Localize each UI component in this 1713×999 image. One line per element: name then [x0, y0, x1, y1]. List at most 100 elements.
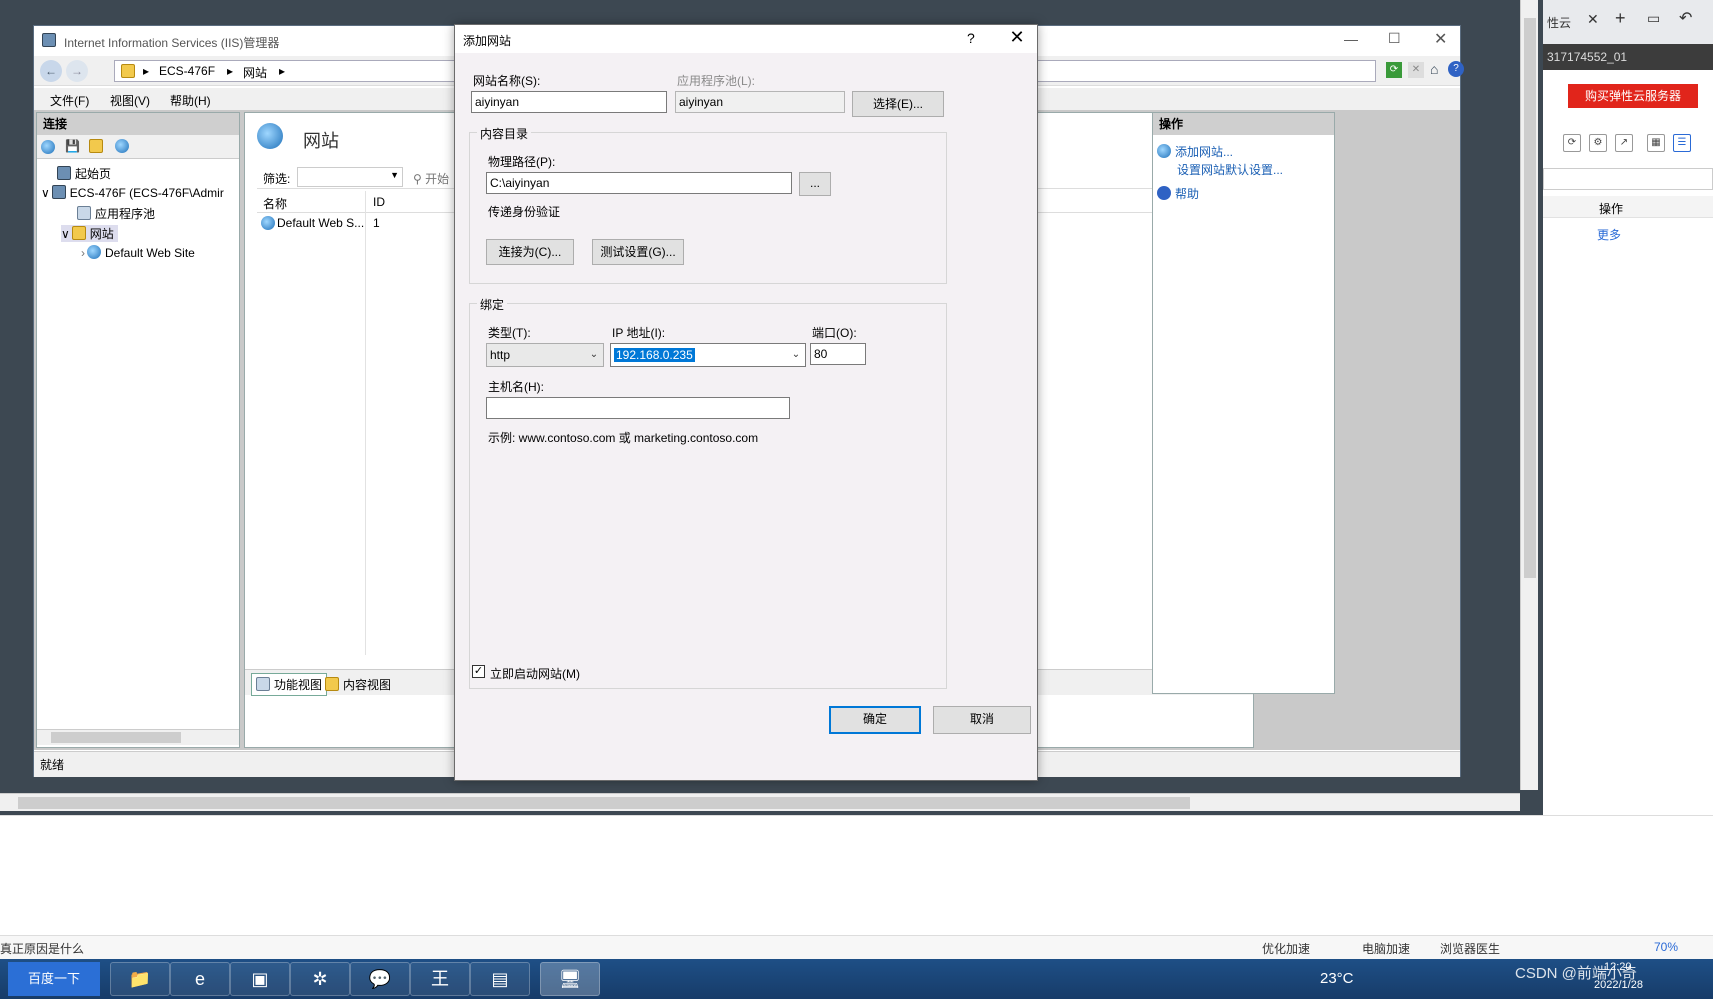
remote-horizontal-scrollbar[interactable] [0, 793, 1520, 811]
browser-status-bar: 真正原因是什么 优化加速 电脑加速 浏览器医生 70% [0, 935, 1713, 959]
up-folder-icon[interactable] [89, 139, 107, 154]
undo-icon[interactable]: ↶ [1679, 8, 1692, 28]
file-explorer-icon[interactable]: 📁 [110, 962, 170, 996]
test-settings-button[interactable]: 测试设置(G)... [592, 239, 684, 265]
tree-sites[interactable]: ∨ 网站 [61, 225, 118, 242]
window-app-icon[interactable]: ▣ [230, 962, 290, 996]
tab-content-view[interactable]: 内容视图 [325, 676, 391, 693]
status-item[interactable]: 浏览器医生 [1440, 940, 1500, 957]
baidu-search-button[interactable]: 百度一下 [8, 962, 100, 996]
ie-browser-icon[interactable]: e [170, 962, 230, 996]
export-icon[interactable]: ↗ [1615, 134, 1633, 152]
stop-icon[interactable]: ✕ [1408, 62, 1424, 78]
breadcrumb-item[interactable]: ECS-476F [159, 64, 215, 78]
tab-close-icon[interactable]: ✕ [1587, 11, 1599, 28]
collapse-icon[interactable]: ∨ [41, 186, 50, 200]
host-name-field[interactable] [486, 397, 790, 419]
weather-temp[interactable]: 23°C [1320, 970, 1354, 987]
breadcrumb-separator: ▸ [279, 64, 286, 78]
menu-view[interactable]: 视图(V) [110, 92, 150, 109]
physical-path-field[interactable]: C:\aiyinyan [486, 172, 792, 194]
iis-window-title: Internet Information Services (IIS)管理器 [64, 36, 280, 50]
site-name-field[interactable]: aiyinyan [471, 91, 667, 113]
status-left-text: 真正原因是什么 [0, 942, 85, 956]
menu-file[interactable]: 文件(F) [50, 92, 89, 109]
set-defaults-link[interactable]: 设置网站默认设置... [1177, 161, 1283, 178]
column-name[interactable]: 名称 [263, 195, 287, 212]
tree-default-site[interactable]: › Default Web Site [81, 245, 195, 260]
type-select[interactable]: http ⌄ [486, 343, 604, 367]
scrollbar-thumb[interactable] [51, 732, 181, 743]
clock-date[interactable]: 2022/1/28 [1594, 979, 1643, 991]
refresh-icon[interactable]: ⟳ [1386, 62, 1402, 78]
type-label: 类型(T): [488, 326, 531, 340]
filter-go-button[interactable]: ⚲ 开始 [413, 170, 449, 187]
tab-feature-view[interactable]: 功能视图 [251, 673, 328, 696]
menu-help[interactable]: 帮助(H) [170, 92, 211, 109]
browser-panel-content: ⟳ ⚙ ↗ ▦ ☰ 操作 更多 [1543, 120, 1713, 800]
forward-icon[interactable]: → [66, 60, 88, 82]
content-dir-title: 内容目录 [477, 125, 532, 142]
status-item[interactable]: 优化加速 [1262, 940, 1310, 957]
new-tab-icon[interactable]: + [1615, 8, 1626, 29]
remote-vertical-scrollbar[interactable] [1520, 0, 1538, 790]
disconnect-icon[interactable] [115, 139, 133, 154]
tab-list-icon[interactable]: ▭ [1647, 10, 1660, 27]
browse-path-button[interactable]: ... [799, 172, 831, 196]
start-now-label[interactable]: 立即启动网站(M) [490, 665, 580, 682]
tree-app-pools[interactable]: 应用程序池 [77, 205, 155, 222]
help-icon[interactable]: ? [1448, 61, 1464, 77]
scrollbar-thumb[interactable] [18, 797, 1190, 809]
home-icon[interactable]: ⌂ [1430, 61, 1438, 77]
chevron-down-icon: ⌄ [791, 349, 801, 360]
ok-button[interactable]: 确定 [829, 706, 921, 734]
back-icon[interactable]: ← [40, 60, 62, 82]
tree-start-page[interactable]: 起始页 [57, 165, 111, 182]
pass-auth-label: 传递身份验证 [488, 205, 561, 219]
minimize-icon[interactable]: — [1344, 31, 1358, 47]
tree-server-node[interactable]: ∨ ECS-476F (ECS-476F\Admir [41, 185, 224, 200]
breadcrumb-item[interactable]: 网站 [243, 64, 267, 81]
dialog-close-icon[interactable]: ✕ [1005, 27, 1029, 48]
expand-icon[interactable]: › [81, 246, 85, 260]
port-field[interactable]: 80 [810, 343, 866, 365]
maximize-icon[interactable]: ☐ [1388, 30, 1401, 47]
panel-search-box[interactable] [1543, 168, 1713, 190]
filter-input[interactable]: ▼ [297, 167, 403, 187]
add-website-dialog: 添加网站 ? ✕ 网站名称(S): aiyinyan 应用程序池(L): aiy… [454, 24, 1038, 781]
buy-server-button[interactable]: 购买弹性云服务器 [1568, 84, 1698, 108]
dialog-help-icon[interactable]: ? [967, 30, 975, 46]
list-view-icon[interactable]: ☰ [1673, 134, 1691, 152]
collapse-icon[interactable]: ∨ [61, 227, 70, 241]
column-id[interactable]: ID [373, 195, 385, 209]
status-item[interactable]: 电脑加速 [1362, 940, 1410, 957]
connect-as-button[interactable]: 连接为(C)... [486, 239, 574, 265]
wps-icon[interactable]: 王 [410, 962, 470, 996]
connections-hscroll[interactable] [37, 729, 239, 745]
octopus-app-icon[interactable]: ✲ [290, 962, 350, 996]
terminal-icon[interactable]: ▤ [470, 962, 530, 996]
remote-desktop-icon[interactable]: 🖥 [540, 962, 600, 996]
ip-address-select[interactable]: 192.168.0.235 ⌄ [610, 343, 806, 367]
binding-title: 绑定 [477, 296, 508, 313]
clock-time[interactable]: 12:20 [1604, 961, 1632, 973]
grid-view-icon[interactable]: ▦ [1647, 134, 1665, 152]
browser-tab-label[interactable]: 性云 [1547, 14, 1571, 31]
add-site-link[interactable]: 添加网站... [1157, 143, 1233, 160]
cancel-button[interactable]: 取消 [933, 706, 1031, 734]
center-title: 网站 [303, 131, 339, 151]
browser-address-text[interactable]: 317174552_01 [1543, 44, 1713, 70]
scrollbar-thumb[interactable] [1524, 18, 1536, 578]
save-icon[interactable]: 💾 [65, 139, 80, 153]
close-icon[interactable]: ✕ [1434, 29, 1447, 49]
browser-tab-bar: 性云 ✕ + ▭ ↶ [1543, 0, 1713, 44]
settings-icon[interactable]: ⚙ [1589, 134, 1607, 152]
zoom-level[interactable]: 70% [1654, 940, 1678, 954]
wechat-icon[interactable]: 💬 [350, 962, 410, 996]
help-link[interactable]: 帮助 [1157, 185, 1199, 202]
select-app-pool-button[interactable]: 选择(E)... [852, 91, 944, 117]
connect-icon[interactable] [41, 140, 59, 155]
start-now-checkbox[interactable]: ✓ [472, 665, 485, 678]
more-link[interactable]: 更多 [1597, 226, 1621, 243]
refresh-icon[interactable]: ⟳ [1563, 134, 1581, 152]
